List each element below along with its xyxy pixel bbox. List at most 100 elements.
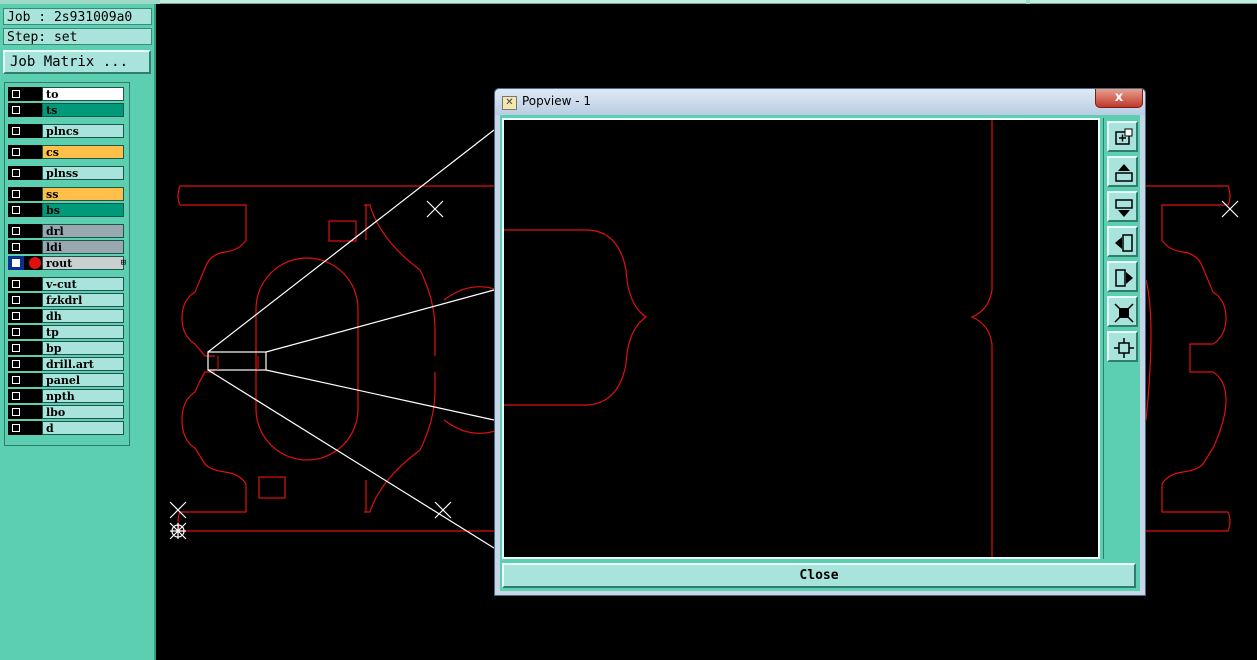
layer-checkbox[interactable] <box>8 405 24 419</box>
layer-checkbox[interactable] <box>8 124 24 138</box>
layer-affected-slot[interactable] <box>24 325 42 339</box>
layer-row-plnss[interactable]: plnss <box>8 166 128 180</box>
close-button[interactable]: Close <box>502 563 1136 588</box>
layer-row-v-cut[interactable]: v-cut <box>8 277 128 291</box>
layer-affected-slot[interactable] <box>24 203 42 217</box>
layer-row-panel[interactable]: panel <box>8 373 128 387</box>
layer-affected-slot[interactable] <box>24 240 42 254</box>
layer-checkbox[interactable] <box>8 240 24 254</box>
pan-left-icon <box>1115 234 1133 252</box>
layer-name[interactable]: plnss <box>42 166 124 180</box>
zoom-home-icon <box>1114 338 1134 358</box>
layer-row-bs[interactable]: bs <box>8 203 128 217</box>
layer-affected-slot[interactable] <box>24 224 42 238</box>
layer-affected-slot[interactable] <box>24 309 42 323</box>
layer-row-bp[interactable]: bp <box>8 341 128 355</box>
layer-affected-slot[interactable] <box>24 341 42 355</box>
zoom-in-button[interactable] <box>1107 121 1138 152</box>
popview-titlebar[interactable]: ✕ Popview - 1 x <box>495 89 1145 115</box>
layer-name[interactable]: plncs <box>42 124 124 138</box>
layer-affected-slot[interactable] <box>24 187 42 201</box>
layer-name[interactable]: drl <box>42 224 124 238</box>
layer-checkbox[interactable] <box>8 224 24 238</box>
layer-row-ts[interactable]: ts <box>8 103 128 117</box>
layer-affected-slot[interactable] <box>24 124 42 138</box>
layer-row-fzkdrl[interactable]: fzkdrl <box>8 293 128 307</box>
layer-checkbox[interactable] <box>8 203 24 217</box>
layer-checkbox[interactable] <box>8 325 24 339</box>
layer-row-tp[interactable]: tp <box>8 325 128 339</box>
layer-name[interactable]: ts <box>42 103 124 117</box>
layer-name[interactable]: ss <box>42 187 124 201</box>
job-label: Job : 2s931009a0 <box>3 8 152 25</box>
layer-checkbox[interactable] <box>8 389 24 403</box>
layer-affected-slot[interactable] <box>24 166 42 180</box>
window-close-button[interactable]: x <box>1095 89 1143 108</box>
layer-list: to ts plncs cs plnss ss bs drl ldi rout ⊞ v-cut fzkd… <box>4 82 130 446</box>
layer-row-ss[interactable]: ss <box>8 187 128 201</box>
layer-affected-slot[interactable] <box>24 145 42 159</box>
layer-row-d[interactable]: d <box>8 421 128 435</box>
layer-row-lbo[interactable]: lbo <box>8 405 128 419</box>
layer-checkbox[interactable] <box>8 277 24 291</box>
pan-up-button[interactable] <box>1107 156 1138 187</box>
popview-canvas[interactable] <box>502 118 1100 559</box>
layer-affected-slot[interactable] <box>24 87 42 101</box>
popview-title: Popview - 1 <box>522 94 591 108</box>
layer-name[interactable]: bs <box>42 203 124 217</box>
layer-checkbox[interactable] <box>8 103 24 117</box>
layer-affected-slot[interactable] <box>24 293 42 307</box>
layer-expand-icon[interactable]: ⊞ <box>121 256 126 270</box>
layer-affected-slot[interactable] <box>24 357 42 371</box>
sidebar: Job : 2s931009a0 Step: set Job Matrix ..… <box>0 4 156 660</box>
layer-name[interactable]: fzkdrl <box>42 293 124 307</box>
pan-right-button[interactable] <box>1107 261 1138 292</box>
layer-name[interactable]: bp <box>42 341 124 355</box>
layer-affected-slot[interactable] <box>24 405 42 419</box>
zoom-home-button[interactable] <box>1107 331 1138 362</box>
layer-checkbox[interactable] <box>8 421 24 435</box>
pan-down-button[interactable] <box>1107 191 1138 222</box>
layer-checkbox[interactable] <box>8 373 24 387</box>
layer-name[interactable]: cs <box>42 145 124 159</box>
layer-row-plncs[interactable]: plncs <box>8 124 128 138</box>
layer-row-dh[interactable]: dh <box>8 309 128 323</box>
layer-name[interactable]: d <box>42 421 124 435</box>
layer-affected-slot[interactable] <box>24 103 42 117</box>
layer-checkbox[interactable] <box>8 256 24 270</box>
layer-affected-slot[interactable] <box>24 421 42 435</box>
layer-affected-slot[interactable] <box>24 277 42 291</box>
layer-row-drill-art[interactable]: drill.art <box>8 357 128 371</box>
layer-name[interactable]: dh <box>42 309 124 323</box>
layer-name[interactable]: panel <box>42 373 124 387</box>
layer-row-drl[interactable]: drl <box>8 224 128 238</box>
zoom-fit-button[interactable] <box>1107 296 1138 327</box>
layer-name[interactable]: tp <box>42 325 124 339</box>
layer-name[interactable]: npth <box>42 389 124 403</box>
layer-checkbox[interactable] <box>8 293 24 307</box>
layer-name[interactable]: rout <box>42 256 124 270</box>
layer-checkbox[interactable] <box>8 166 24 180</box>
layer-name[interactable]: to <box>42 87 124 101</box>
layer-row-cs[interactable]: cs <box>8 145 128 159</box>
layer-affected-slot[interactable] <box>24 373 42 387</box>
layer-name[interactable]: v-cut <box>42 277 124 291</box>
layer-checkbox[interactable] <box>8 341 24 355</box>
x-icon: ✕ <box>502 96 517 110</box>
step-label: Step: set <box>3 28 152 45</box>
layer-row-ldi[interactable]: ldi <box>8 240 128 254</box>
layer-name[interactable]: drill.art <box>42 357 124 371</box>
layer-row-rout[interactable]: rout ⊞ <box>8 256 128 270</box>
layer-row-npth[interactable]: npth <box>8 389 128 403</box>
layer-checkbox[interactable] <box>8 145 24 159</box>
layer-checkbox[interactable] <box>8 357 24 371</box>
layer-checkbox[interactable] <box>8 187 24 201</box>
layer-row-to[interactable]: to <box>8 87 128 101</box>
layer-name[interactable]: ldi <box>42 240 124 254</box>
layer-name[interactable]: lbo <box>42 405 124 419</box>
pan-left-button[interactable] <box>1107 226 1138 257</box>
layer-affected-slot[interactable] <box>24 389 42 403</box>
layer-checkbox[interactable] <box>8 87 24 101</box>
layer-checkbox[interactable] <box>8 309 24 323</box>
job-matrix-button[interactable]: Job Matrix ... <box>3 50 151 74</box>
